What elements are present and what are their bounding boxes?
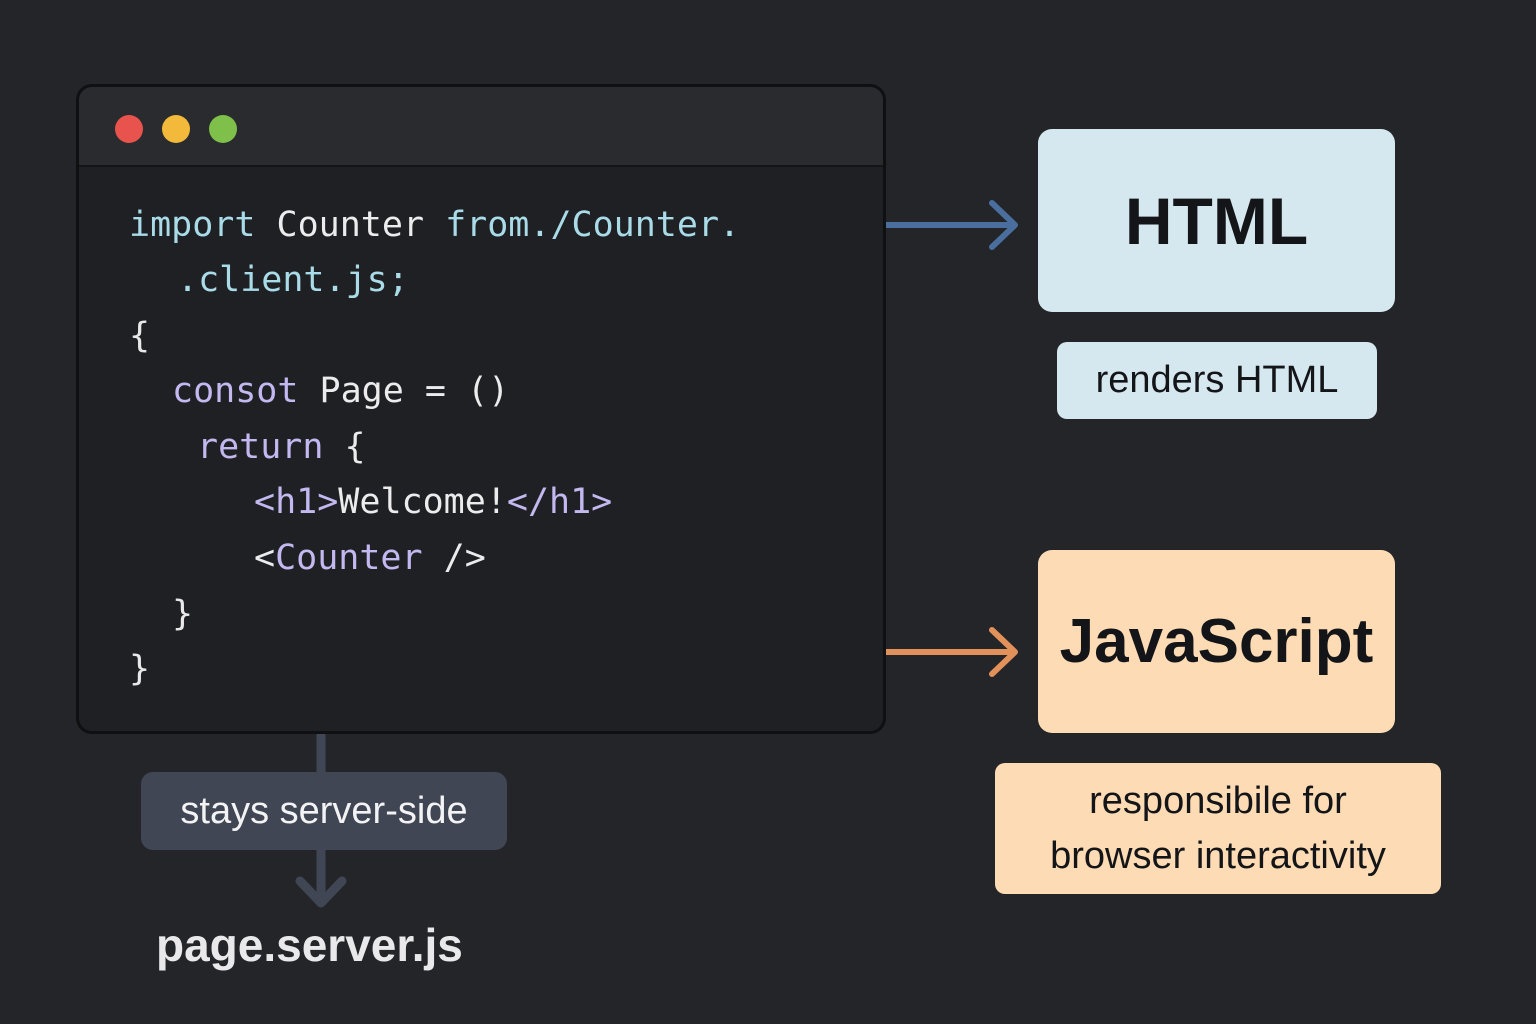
code-line-1: import Counter from./Counter. [129, 205, 741, 245]
server-filename: page.server.js [156, 919, 463, 971]
code-line-8: } [172, 594, 194, 634]
javascript-output-box: JavaScript [1038, 550, 1395, 733]
code-editor-window: import Counter from./Counter. .client.js… [76, 84, 886, 734]
code-block: import Counter from./Counter. .client.js… [79, 167, 883, 731]
html-output-box: HTML [1038, 129, 1395, 312]
maximize-dot-icon[interactable] [209, 115, 237, 143]
code-line-7: <Counter /> [254, 538, 486, 578]
code-line-9: } [129, 649, 151, 689]
javascript-label-line-1: responsibile for [1089, 779, 1347, 822]
close-dot-icon[interactable] [115, 115, 143, 143]
code-line-3: { [129, 316, 151, 356]
javascript-output-label: responsibile for browser interactivity [995, 763, 1441, 894]
javascript-label-line-2: browser interactivity [1050, 834, 1386, 877]
html-title: HTML [1124, 183, 1309, 258]
html-output-label: renders HTML [1057, 342, 1377, 419]
window-titlebar [79, 87, 883, 167]
server-side-label: stays server-side [141, 772, 507, 850]
code-line-4: consot Page = () [172, 371, 510, 411]
code-line-6: <h1>Welcome!</h1> [254, 482, 613, 522]
code-line-2: .client.js; [177, 260, 409, 300]
server-label-text: stays server-side [180, 789, 468, 832]
code-line-5: return { [197, 427, 366, 467]
html-label-text: renders HTML [1095, 359, 1339, 401]
javascript-title: JavaScript [1059, 607, 1374, 676]
minimize-dot-icon[interactable] [162, 115, 190, 143]
